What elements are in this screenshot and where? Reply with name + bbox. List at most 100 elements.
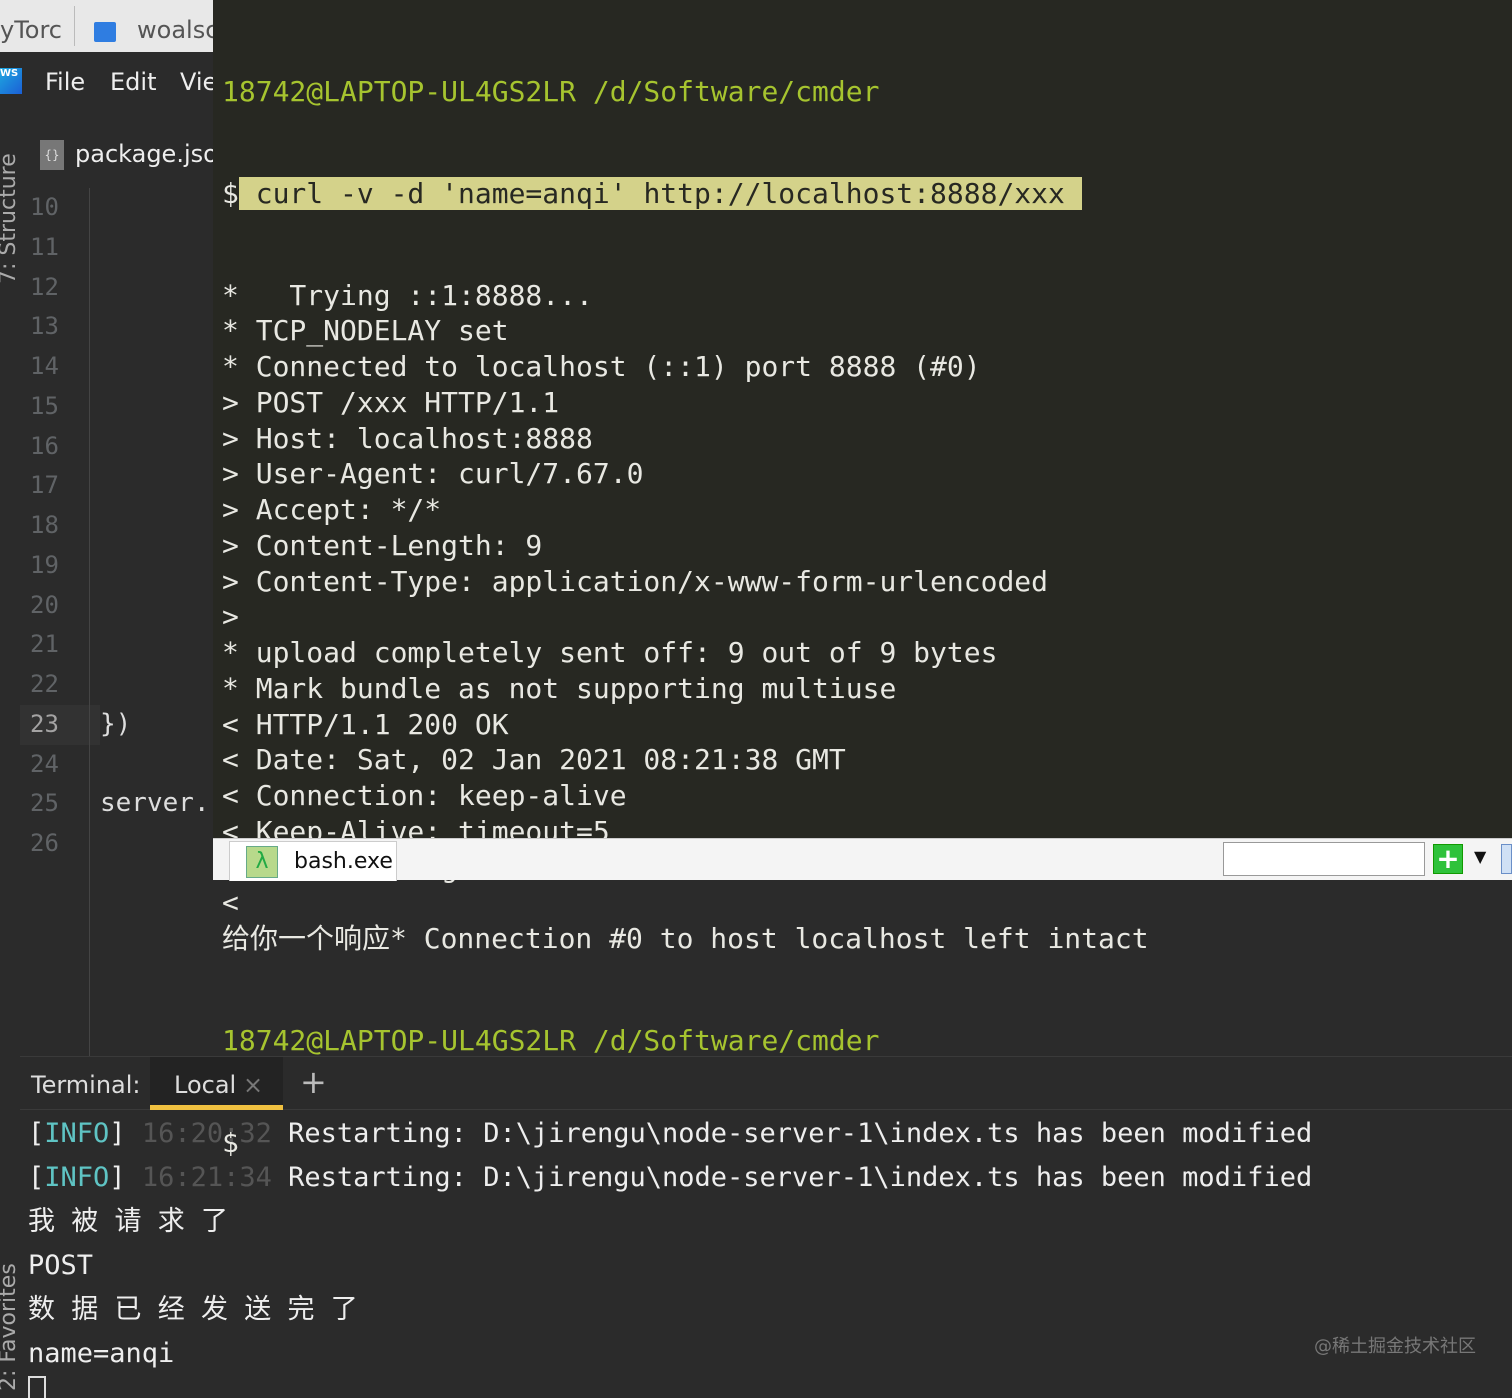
log-message: Restarting: D:\jirengu\node-server-1\ind… — [288, 1118, 1313, 1149]
favorites-tool-tab[interactable]: 2: Favorites — [0, 1263, 21, 1391]
cmder-tab-bar: λ bash.exe + ▼ — [213, 838, 1512, 881]
cmder-console[interactable]: 18742@LAPTOP-UL4GS2LR /d/Software/cmder … — [213, 0, 1512, 1159]
log-line: [INFO] 16:21:34 Restarting: D:\jirengu\n… — [28, 1162, 1313, 1193]
dropdown-arrow-icon[interactable]: ▼ — [1474, 847, 1486, 866]
line-number-gutter: 10 11 12 13 14 15 16 17 18 19 20 21 22 23 24 25 26 — [20, 188, 100, 1058]
line-number: 10 — [30, 193, 59, 221]
line-number: 13 — [30, 312, 59, 341]
close-icon[interactable]: × — [243, 1071, 263, 1099]
menu-view[interactable]: Vie — [180, 68, 217, 96]
cmder-search-input[interactable] — [1223, 842, 1425, 876]
console-line: < — [222, 886, 239, 920]
console-line: > Host: localhost:8888 — [222, 421, 593, 455]
view-button[interactable] — [1501, 844, 1512, 874]
code-line: }) — [100, 708, 147, 739]
log-line: [INFO] 16:20:32 Restarting: D:\jirengu\n… — [28, 1118, 1313, 1149]
code-line: }) — [100, 625, 213, 665]
webstorm-logo-icon: WS — [0, 68, 22, 94]
browser-tab[interactable]: yTorc — [0, 16, 62, 44]
line-number: 11 — [30, 232, 59, 261]
console-line: > Accept: */* — [222, 493, 442, 526]
console-line: * Mark bundle as not supporting multiuse — [222, 671, 897, 705]
console-line: < Date: Sat, 02 Jan 2021 08:21:38 GMT — [222, 743, 846, 777]
log-tag: INFO — [44, 1118, 110, 1149]
console-line: > POST /xxx HTTP/1.1 — [222, 385, 560, 419]
console-line: * TCP_NODELAY set — [222, 314, 509, 348]
prompt-line: 18742@LAPTOP-UL4GS2LR /d/Software/cmder — [222, 1023, 880, 1057]
line-number: 20 — [30, 590, 59, 619]
site-icon — [94, 22, 116, 42]
terminal-output[interactable]: [INFO] 16:20:32 Restarting: D:\jirengu\n… — [20, 1112, 1512, 1398]
log-tag: INFO — [44, 1162, 110, 1193]
line-number: 24 — [30, 749, 59, 778]
code-line: rec — [100, 268, 213, 308]
line-number: 12 — [30, 272, 59, 301]
log-time: 16:20:32 — [141, 1118, 272, 1149]
line-number: 15 — [30, 391, 59, 420]
new-console-button[interactable]: + — [1433, 844, 1463, 874]
editor-file-tab[interactable]: {} package.jsor — [20, 128, 228, 188]
line-number: 18 — [30, 511, 59, 539]
code-editor[interactable]: cor let rec }) rec })}) server. — [100, 188, 213, 1058]
line-number: 16 — [30, 431, 59, 460]
console-line: > — [222, 600, 239, 634]
output-line: 数 据 已 经 发 送 完 了 — [28, 1294, 358, 1325]
structure-tool-tab[interactable]: 7: Structure — [0, 153, 21, 284]
terminal-tab-local[interactable]: Local × — [150, 1057, 283, 1110]
console-line: 给你一个响应* Connection #0 to host localhost … — [222, 922, 1149, 955]
menu-edit[interactable]: Edit — [110, 68, 156, 96]
console-line: * upload completely sent off: 9 out of 9… — [222, 636, 998, 669]
line-number: 21 — [30, 630, 59, 659]
terminal-title: Terminal: — [31, 1071, 141, 1099]
line-number: 14 — [30, 352, 59, 380]
prompt-line: 18742@LAPTOP-UL4GS2LR /d/Software/cmder — [222, 75, 880, 108]
output-line: name=anqi — [28, 1338, 175, 1369]
log-message: Restarting: D:\jirengu\node-server-1\ind… — [288, 1162, 1313, 1193]
code-line: server. — [100, 788, 210, 819]
lambda-icon: λ — [246, 845, 278, 878]
tab-divider — [74, 6, 75, 46]
left-tool-strip: 7: Structure 2: Favorites — [0, 114, 21, 1391]
log-time: 16:21:34 — [141, 1162, 272, 1193]
terminal-cursor — [28, 1376, 46, 1398]
file-tab-label: package.jsor — [75, 140, 228, 168]
menu-file[interactable]: File — [45, 68, 85, 96]
line-number: 17 — [30, 471, 59, 500]
bash-tab[interactable]: λ bash.exe — [229, 841, 397, 881]
watermark: @稀土掘金技术社区 — [1314, 1336, 1476, 1357]
json-file-icon: {} — [40, 140, 64, 170]
terminal-header: Terminal: Local × + — [20, 1056, 1512, 1110]
code-line: }) — [100, 347, 213, 387]
console-line: * Connected to localhost (::1) port 8888… — [222, 350, 981, 383]
new-terminal-button[interactable]: + — [300, 1063, 327, 1101]
code-line: let — [100, 228, 213, 268]
output-line: POST — [28, 1250, 94, 1281]
terminal-tab-label: Local — [174, 1071, 237, 1099]
command-selected: curl -v -d 'name=anqi' http://localhost:… — [238, 176, 1082, 210]
browser-tab[interactable]: woalsc — [137, 16, 218, 44]
line-number: 26 — [30, 829, 59, 857]
line-number: 19 — [30, 550, 59, 579]
line-number: 23 — [20, 704, 100, 745]
output-line: 我 被 请 求 了 — [28, 1206, 229, 1237]
line-number: 25 — [30, 789, 59, 818]
browser-tab-bar: yTorc woalsc — [0, 0, 218, 52]
prompt-symbol: $ — [222, 176, 239, 210]
line-number: 22 — [30, 670, 59, 698]
console-line: * Trying ::1:8888... — [222, 278, 593, 312]
menu-bar: WS File Edit Vie — [0, 52, 217, 114]
bash-tab-label: bash.exe — [294, 849, 393, 874]
code-line: rec — [100, 427, 213, 467]
console-line: > User-Agent: curl/7.67.0 — [222, 457, 644, 491]
console-line: < HTTP/1.1 200 OK — [222, 707, 509, 741]
console-line: < Connection: keep-alive — [222, 779, 627, 812]
